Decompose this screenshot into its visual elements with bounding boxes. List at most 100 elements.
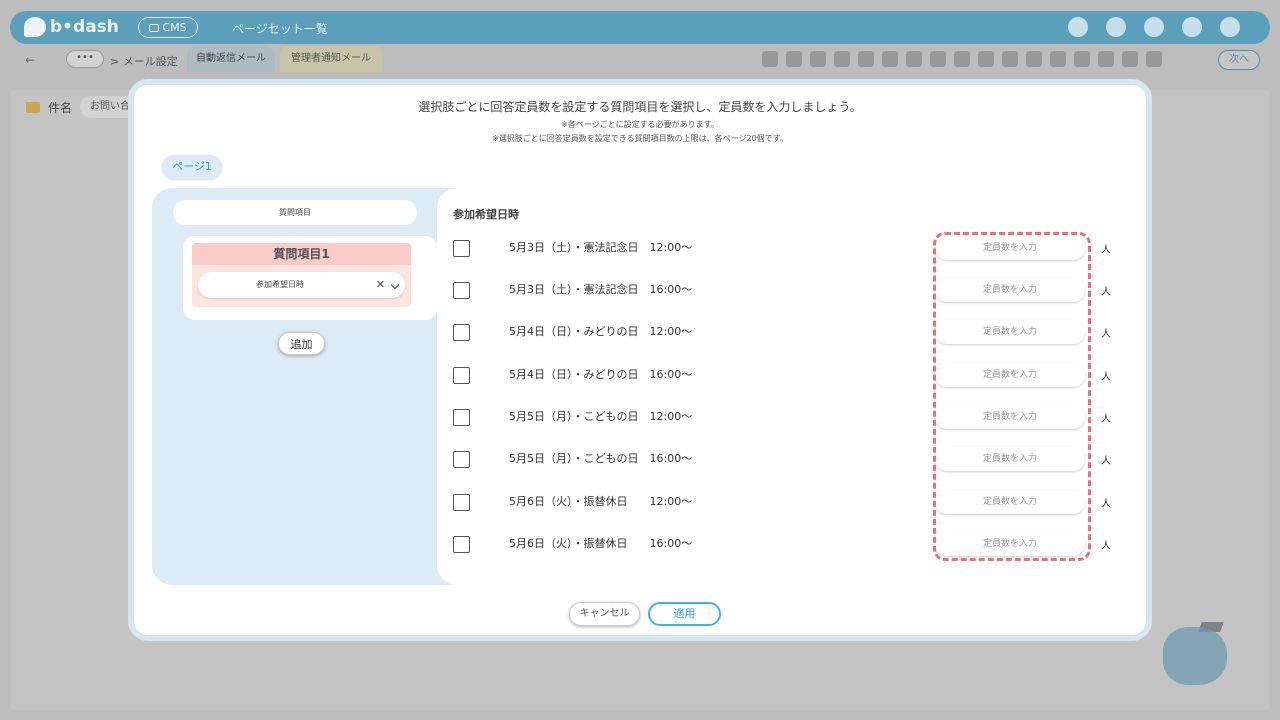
capacity-unit: 人 <box>1101 414 1111 425</box>
capacity-unit: 人 <box>1101 329 1111 340</box>
undo-icon[interactable] <box>762 51 778 67</box>
option-label: 5月5日（月）・こどもの日 12:00〜 <box>509 410 693 423</box>
gear-icon[interactable] <box>1098 51 1114 67</box>
tab-page-1[interactable]: ページ1 <box>162 155 222 179</box>
list-icon[interactable] <box>1146 51 1162 67</box>
grid-icon[interactable] <box>1144 17 1164 37</box>
tab-admin-notify[interactable]: 管理者通知メール <box>280 46 382 72</box>
capacity-input[interactable]: 定員数を入力 <box>935 405 1085 429</box>
align-icon[interactable] <box>834 51 850 67</box>
option-checkbox[interactable] <box>453 282 470 299</box>
header-icons <box>1068 17 1240 37</box>
add-question-button[interactable]: 追加 <box>278 332 325 355</box>
options-card: 参加希望日時 5月3日（土）・憲法記念日 12:00〜 定員数を入力 人 5月3… <box>437 188 1128 585</box>
option-row: 5月6日（火）・振替休日 16:00〜 定員数を入力 人 <box>437 528 1128 558</box>
option-checkbox[interactable] <box>453 324 470 341</box>
capacity-input[interactable]: 定員数を入力 <box>935 363 1085 387</box>
option-label: 5月3日（土）・憲法記念日 12:00〜 <box>509 241 693 254</box>
breadcrumb[interactable]: > メール設定 <box>110 53 178 69</box>
option-row: 5月5日（月）・こどもの日 12:00〜 定員数を入力 人 <box>437 401 1128 431</box>
question-item: 質問項目1 参加希望日時 ✕ <box>192 243 411 307</box>
option-label: 5月3日（土）・憲法記念日 16:00〜 <box>509 283 693 296</box>
wrench-icon[interactable] <box>1106 17 1126 37</box>
capacity-unit: 人 <box>1101 287 1111 298</box>
image-icon[interactable] <box>930 51 946 67</box>
option-checkbox[interactable] <box>453 494 470 511</box>
window-icon[interactable] <box>1050 51 1066 67</box>
cms-icon <box>149 23 160 32</box>
option-row: 5月5日（月）・こどもの日 16:00〜 定員数を入力 人 <box>437 443 1128 473</box>
chat-icon[interactable] <box>1182 17 1202 37</box>
capacity-unit: 人 <box>1101 245 1111 256</box>
subject-row: 件名 お問い合 <box>26 96 141 118</box>
back-arrow-icon[interactable]: ← <box>25 53 35 67</box>
option-checkbox[interactable] <box>453 451 470 468</box>
capacity-unit: 人 <box>1101 456 1111 467</box>
option-row: 5月3日（土）・憲法記念日 12:00〜 定員数を入力 人 <box>437 232 1128 262</box>
mascot-icon[interactable] <box>1163 627 1227 685</box>
option-label: 5月6日（火）・振替休日 16:00〜 <box>509 537 693 550</box>
brand-logo[interactable]: b•dash <box>24 15 119 39</box>
logout-icon[interactable] <box>1220 17 1240 37</box>
layout-icon[interactable] <box>1026 51 1042 67</box>
capacity-input[interactable]: 定員数を入力 <box>935 532 1085 556</box>
subject-label: 件名 <box>48 100 73 115</box>
pen-icon[interactable] <box>858 51 874 67</box>
option-label: 5月4日（日）・みどりの日 12:00〜 <box>509 325 693 338</box>
editor-toolbar: ← ••• > メール設定 自動返信メール 管理者通知メール 次へ <box>10 46 1270 74</box>
link-icon[interactable] <box>954 51 970 67</box>
option-checkbox[interactable] <box>453 240 470 257</box>
option-label: 5月6日（火）・振替休日 12:00〜 <box>509 495 693 508</box>
option-row: 5月3日（土）・憲法記念日 16:00〜 定員数を入力 人 <box>437 274 1128 304</box>
share-icon[interactable] <box>978 51 994 67</box>
capacity-input[interactable]: 定員数を入力 <box>935 490 1085 514</box>
expand-icon[interactable] <box>906 51 922 67</box>
question-select-value: 参加希望日時 <box>256 280 304 289</box>
capacity-input[interactable]: 定員数を入力 <box>935 447 1085 471</box>
option-checkbox[interactable] <box>453 536 470 553</box>
header-title: ページセット一覧 <box>232 22 328 36</box>
folder-icon <box>26 101 40 113</box>
next-button[interactable]: 次へ <box>1218 50 1260 70</box>
option-checkbox[interactable] <box>453 367 470 384</box>
option-row: 5月4日（日）・みどりの日 16:00〜 定員数を入力 人 <box>437 359 1128 389</box>
option-label: 5月5日（月）・こどもの日 16:00〜 <box>509 452 693 465</box>
app-header: b•dash CMS ページセット一覧 <box>10 11 1270 44</box>
tab-auto-reply[interactable]: 自動返信メール <box>187 46 275 72</box>
modal-instruction: 選択肢ごとに回答定員数を設定する質問項目を選択し、定員数を入力しましょう。 <box>418 100 862 114</box>
question-title: 質問項目1 <box>192 243 411 265</box>
palette-icon[interactable] <box>810 51 826 67</box>
capacity-settings-modal: 選択肢ごとに回答定員数を設定する質問項目を選択し、定員数を入力しましょう。 ※各… <box>128 79 1152 641</box>
clear-icon[interactable]: ✕ <box>376 272 385 298</box>
brand-bubble-icon <box>24 17 46 37</box>
capacity-unit: 人 <box>1101 372 1111 383</box>
capacity-input[interactable]: 定員数を入力 <box>935 278 1085 302</box>
cancel-button[interactable]: キャンセル <box>569 602 640 626</box>
question-column-header: 質問項目 <box>173 200 417 225</box>
capacity-unit: 人 <box>1101 499 1111 510</box>
question-card: 質問項目1 参加希望日時 ✕ <box>183 236 437 320</box>
option-label: 5月4日（日）・みどりの日 16:00〜 <box>509 368 693 381</box>
options-title: 参加希望日時 <box>453 208 519 221</box>
modal-note-1: ※各ページごとに設定する必要があります。 <box>561 120 719 129</box>
question-select[interactable]: 参加希望日時 ✕ <box>198 272 405 298</box>
cms-label: CMS <box>162 21 187 34</box>
bell-icon[interactable] <box>1068 17 1088 37</box>
option-row: 5月4日（日）・みどりの日 12:00〜 定員数を入力 人 <box>437 316 1128 346</box>
play-icon[interactable] <box>1074 51 1090 67</box>
tool-icons <box>762 51 1162 67</box>
option-row: 5月6日（火）・振替休日 12:00〜 定員数を入力 人 <box>437 486 1128 516</box>
more-button[interactable]: ••• <box>66 50 104 68</box>
capacity-input[interactable]: 定員数を入力 <box>935 320 1085 344</box>
clipboard-icon[interactable] <box>1002 51 1018 67</box>
chevron-down-icon[interactable] <box>390 280 400 290</box>
settings-panel: 質問項目 質問項目1 参加希望日時 ✕ 追加 参加希望日時 5月3日（土）・憲法… <box>152 188 1128 585</box>
capacity-input[interactable]: 定員数を入力 <box>935 236 1085 260</box>
mail-icon[interactable] <box>1122 51 1138 67</box>
settings-circle-icon[interactable] <box>882 51 898 67</box>
apply-button[interactable]: 適用 <box>648 602 721 626</box>
cms-button[interactable]: CMS <box>138 17 198 38</box>
modal-note-2: ※選択肢ごとに回答定員数を設定できる質問項目数の上限は、各ページ20個です。 <box>492 134 788 143</box>
redo-icon[interactable] <box>786 51 802 67</box>
option-checkbox[interactable] <box>453 409 470 426</box>
